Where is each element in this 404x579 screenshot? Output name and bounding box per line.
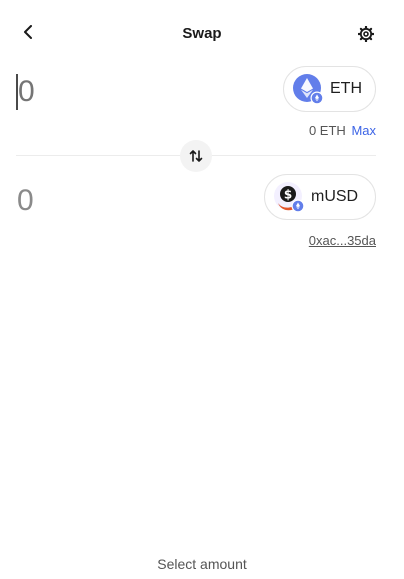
from-balance: 0 ETH Max <box>309 123 376 138</box>
svg-text:$: $ <box>284 188 292 202</box>
from-token-selector[interactable]: ETH <box>283 66 376 112</box>
settings-button[interactable] <box>358 26 374 42</box>
from-amount-input[interactable] <box>16 72 196 112</box>
from-token-row: ETH 0 ETH Max <box>0 62 404 140</box>
switch-tokens-button[interactable] <box>180 140 212 172</box>
eth-token-icon <box>292 73 324 105</box>
to-token-row: 0 $ mUSD 0xac...35da <box>0 172 404 252</box>
gear-icon <box>358 26 374 42</box>
select-amount-label: Select amount <box>157 556 247 572</box>
page-title: Swap <box>182 25 222 42</box>
musd-token-icon: $ <box>273 181 305 213</box>
from-token-symbol: ETH <box>330 80 362 97</box>
to-amount: 0 <box>17 184 34 217</box>
to-token-symbol: mUSD <box>311 188 359 205</box>
swap-arrows-icon <box>189 150 203 162</box>
to-token-selector[interactable]: $ mUSD <box>264 174 376 220</box>
swap-screen: Swap 0 ETH 0 ETH Max 0 $ mUSD 0xac...35d… <box>0 0 404 579</box>
header: Swap <box>0 0 404 68</box>
balance-value: 0 ETH <box>308 123 346 138</box>
max-button[interactable]: Max <box>351 123 376 138</box>
recipient-address-link[interactable]: 0xac...35da <box>309 233 376 248</box>
